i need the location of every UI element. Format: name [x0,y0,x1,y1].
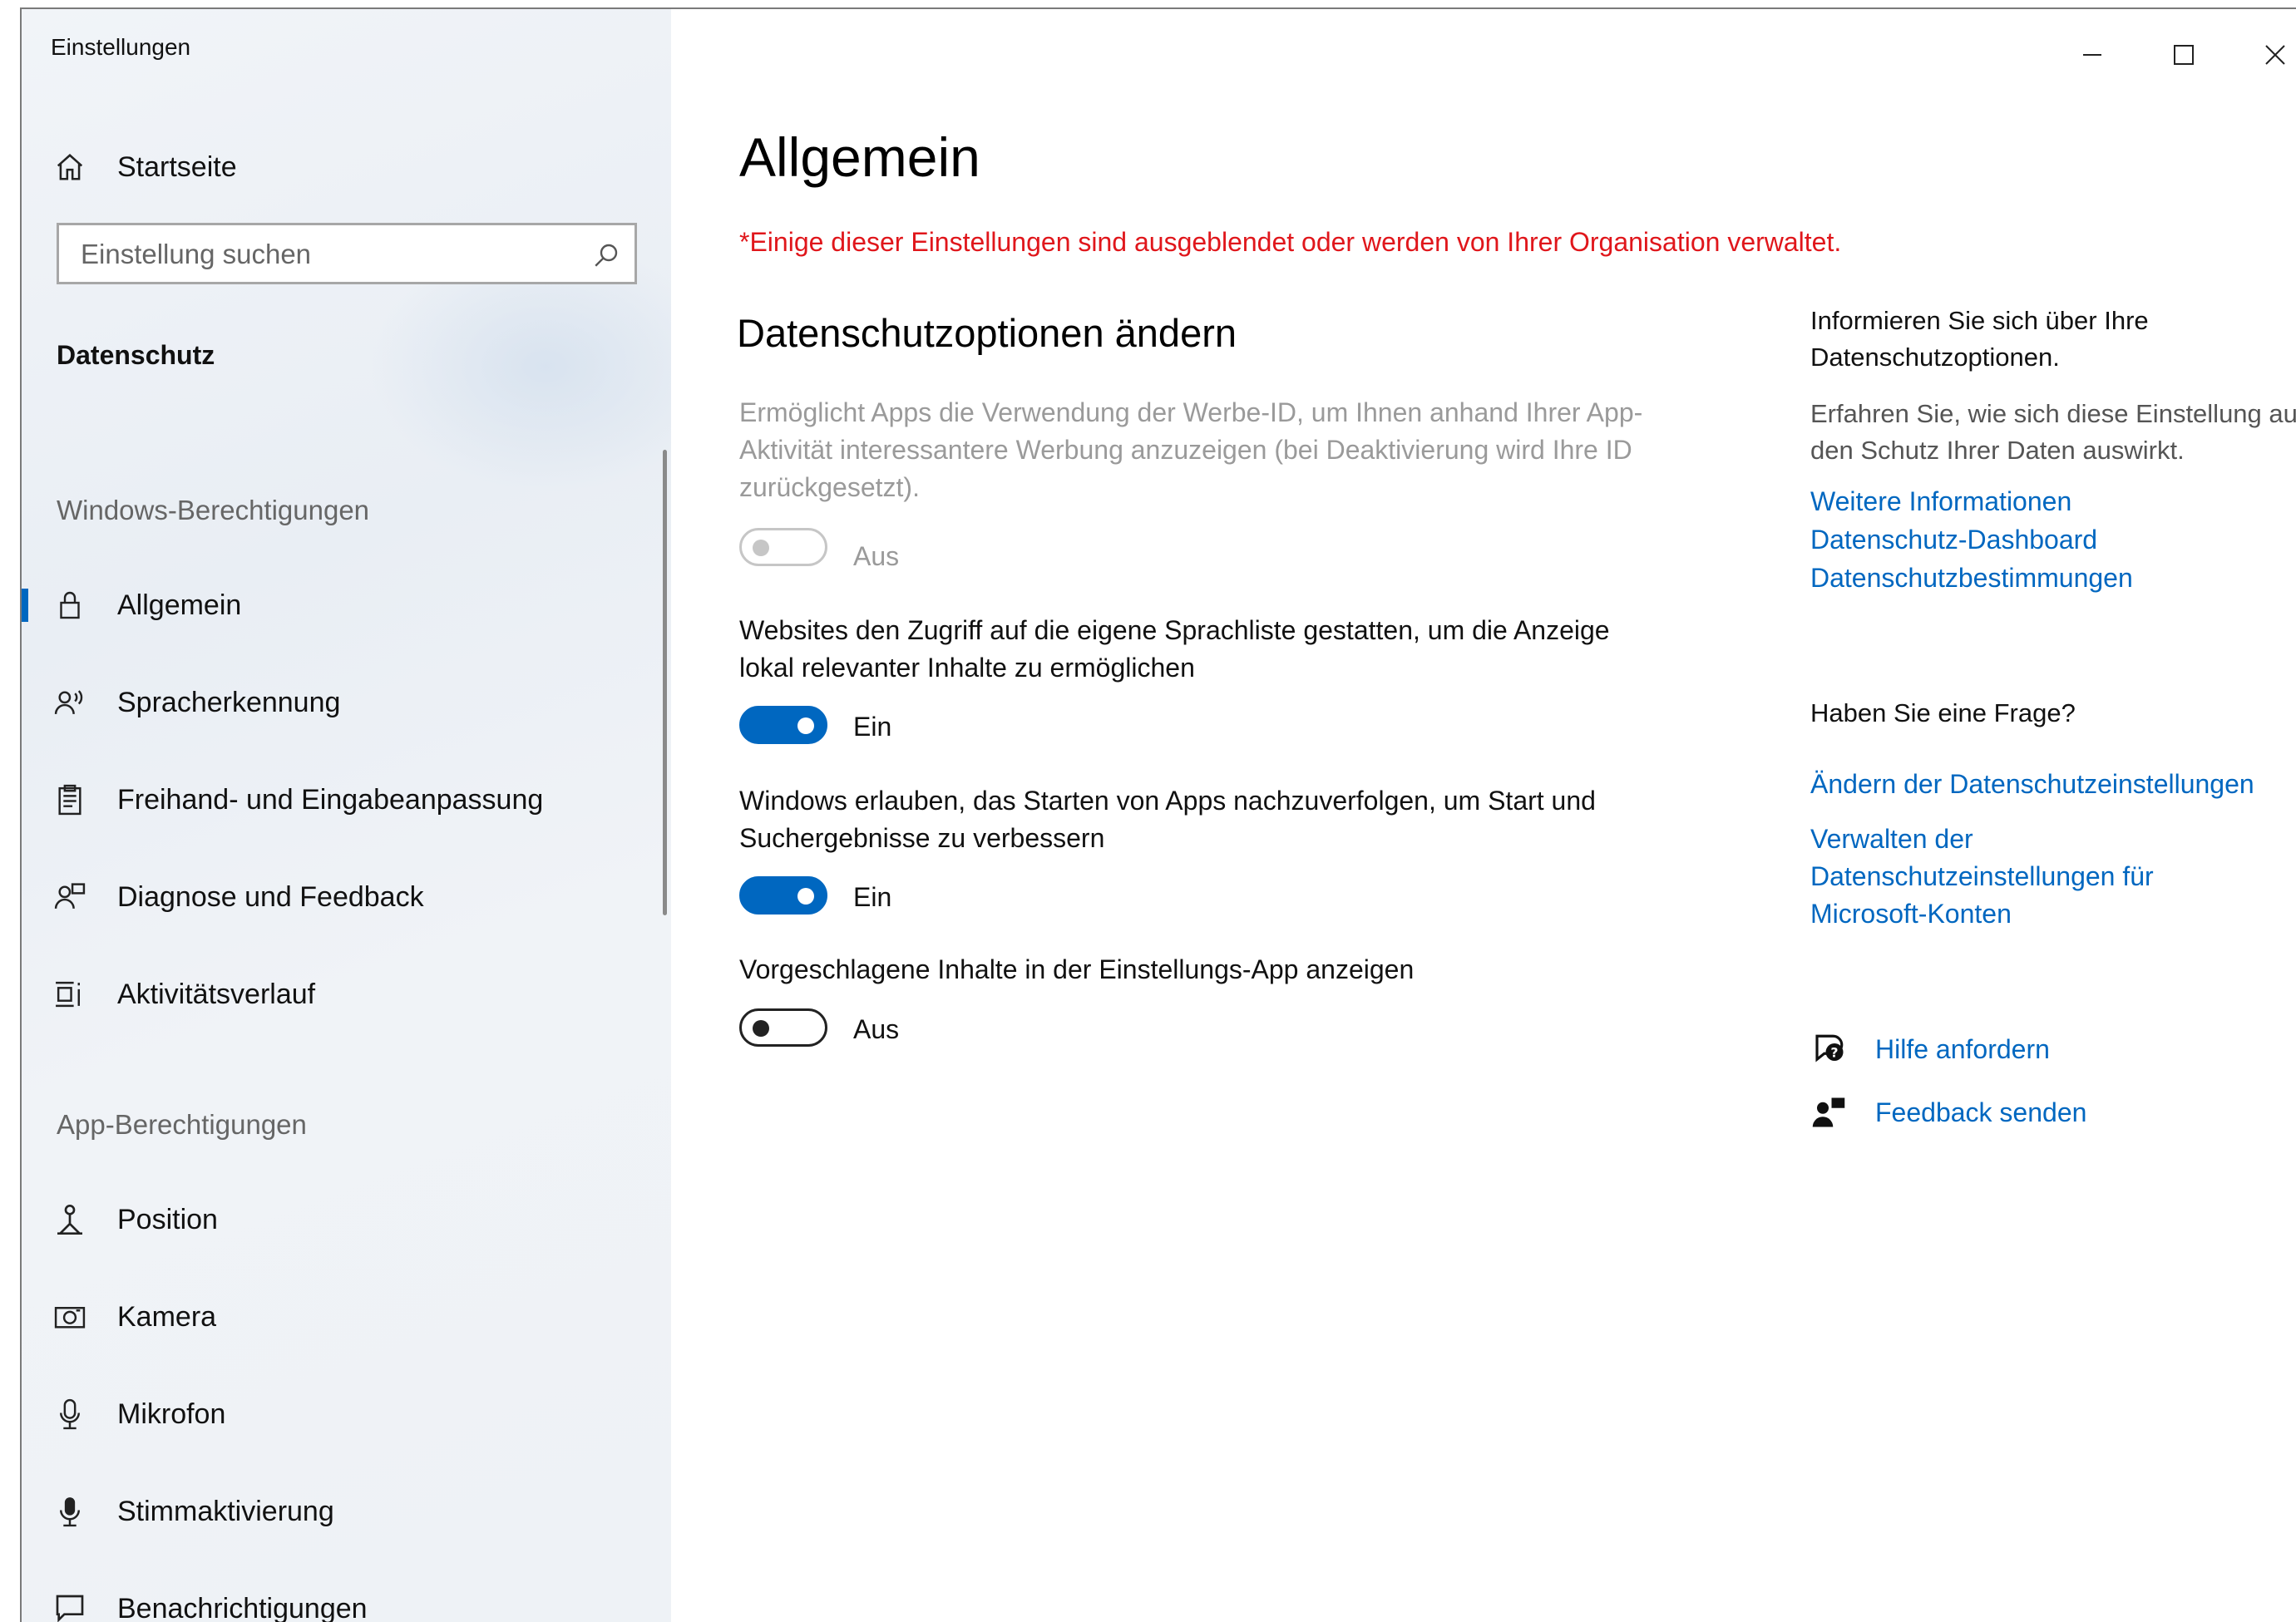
link-weitere-informationen[interactable]: Weitere Informationen [1810,483,2071,520]
info-title: Informieren Sie sich über Ihre Datenschu… [1810,306,2149,372]
main-content: Allgemein *Einige dieser Einstellungen s… [671,9,2296,1622]
sidebar-item-home[interactable]: Startseite [22,134,671,200]
search-box [57,223,637,284]
link-aendern-datenschutzeinstellungen[interactable]: Ändern der Datenschutzeinstellungen [1810,766,2254,803]
location-icon [53,1203,86,1236]
setting-suggested-content-state: Aus [853,1014,900,1044]
feedback-button[interactable]: Feedback senden [1810,1092,2086,1133]
group-header-windows: Windows-Berechtigungen [57,495,370,525]
group-header-apps: App-Berechtigungen [57,1109,307,1140]
toggle-knob [797,717,814,734]
managed-warning: *Einige dieser Einstellungen sind ausgeb… [739,227,1842,257]
setting-advertising-id-description: Ermöglicht Apps die Verwendung der Werbe… [739,397,1643,502]
help-chat-icon: ? [1810,1031,1847,1067]
notification-icon [53,1592,86,1622]
sidebar: Einstellungen Startseite Datenschutz Win… [22,9,671,1622]
setting-app-launch-state: Ein [853,882,892,912]
section-heading: Datenschutzoptionen ändern [737,311,1237,355]
sidebar-item-position[interactable]: Position [22,1186,671,1253]
svg-text:?: ? [1830,1045,1838,1061]
toggle-knob [753,1020,769,1037]
sidebar-item-benachrichtigungen[interactable]: Benachrichtigungen [22,1575,671,1622]
person-feedback-icon [53,880,86,914]
help-button[interactable]: ? Hilfe anfordern [1810,1028,2050,1070]
setting-app-launch-toggle[interactable] [739,876,827,915]
sidebar-item-allgemein[interactable]: Allgemein [22,572,671,638]
camera-icon [53,1300,86,1334]
sidebar-item-label: Startseite [117,150,237,183]
question-title: Haben Sie eine Frage? [1810,698,2076,727]
info-text: Erfahren Sie, wie sich diese Einstellung… [1810,399,2296,465]
settings-window: Einstellungen Startseite Datenschutz Win… [20,7,2296,1622]
sidebar-item-label: Mikrofon [117,1398,226,1430]
search-icon[interactable] [591,240,621,270]
sidebar-item-freihand[interactable]: Freihand- und Eingabeanpassung [22,767,671,833]
sidebar-item-label: Kamera [117,1300,217,1333]
sidebar-item-aktivitaetsverlauf[interactable]: Aktivitätsverlauf [22,961,671,1028]
sidebar-item-mikrofon[interactable]: Mikrofon [22,1381,671,1447]
speech-icon [53,686,86,719]
setting-suggested-content-description: Vorgeschlagene Inhalte in der Einstellun… [739,954,1415,984]
help-label: Hilfe anfordern [1875,1033,2050,1064]
sidebar-item-label: Benachrichtigungen [117,1592,368,1622]
link-verwalten-microsoft-konten[interactable]: Verwalten der Datenschutzeinstellungen f… [1810,821,2276,933]
feedback-icon [1810,1094,1847,1131]
setting-language-list-state: Ein [853,712,892,742]
toggle-knob [753,540,769,556]
sidebar-item-label: Spracherkennung [117,686,341,718]
voice-activation-icon [53,1495,86,1528]
sidebar-item-label: Freihand- und Eingabeanpassung [117,783,544,816]
search-input[interactable] [79,234,581,275]
setting-language-list-toggle[interactable] [739,706,827,744]
feedback-label: Feedback senden [1875,1097,2087,1127]
setting-language-list-description: Websites den Zugriff auf die eigene Spra… [739,615,1610,683]
link-datenschutz-dashboard[interactable]: Datenschutz-Dashboard [1810,521,2097,559]
sidebar-item-label: Stimmaktivierung [117,1495,334,1527]
toggle-knob [797,888,814,905]
sidebar-item-spracherkennung[interactable]: Spracherkennung [22,669,671,736]
setting-advertising-id-state: Aus [853,541,900,571]
microphone-icon [53,1398,86,1431]
sidebar-item-label: Aktivitätsverlauf [117,978,316,1010]
setting-app-launch-description: Windows erlauben, das Starten von Apps n… [739,786,1596,853]
sidebar-item-kamera[interactable]: Kamera [22,1284,671,1350]
sidebar-item-label: Allgemein [117,589,242,621]
lock-icon [53,589,86,622]
section-title: Datenschutz [57,340,215,370]
setting-advertising-id-toggle [739,528,827,566]
setting-suggested-content-toggle[interactable] [739,1008,827,1047]
timeline-icon [53,978,86,1011]
sidebar-item-label: Diagnose und Feedback [117,880,424,913]
sidebar-item-diagnose[interactable]: Diagnose und Feedback [22,864,671,930]
page-title: Allgemein [739,126,980,188]
clipboard-icon [53,783,86,816]
home-icon [53,150,86,184]
sidebar-item-stimmaktivierung[interactable]: Stimmaktivierung [22,1478,671,1545]
sidebar-item-label: Position [117,1203,218,1235]
sidebar-scrollbar[interactable] [663,450,667,915]
window-title: Einstellungen [51,34,191,60]
link-datenschutzbestimmungen[interactable]: Datenschutzbestimmungen [1810,560,2133,597]
